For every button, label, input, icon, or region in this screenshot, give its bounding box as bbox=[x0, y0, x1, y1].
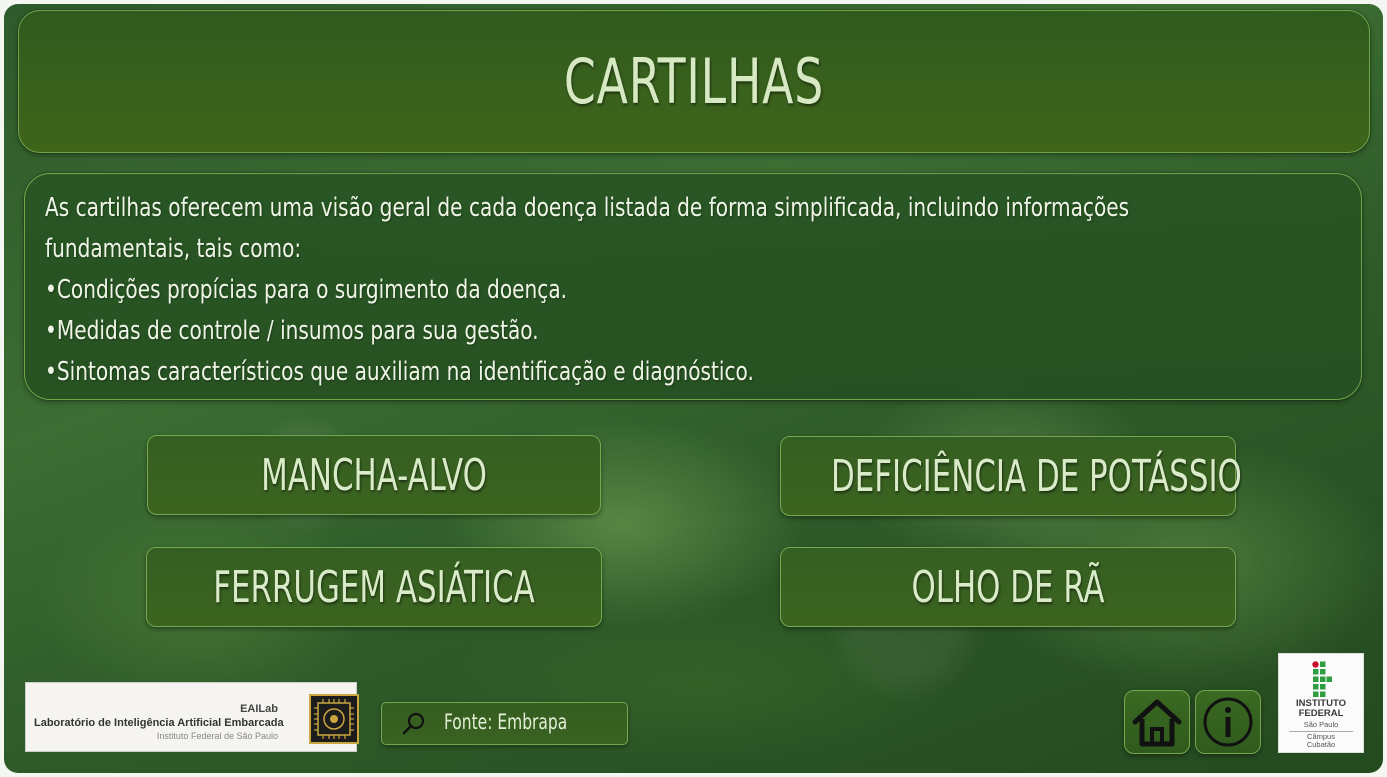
description-line: As cartilhas oferecem uma visão geral de… bbox=[45, 193, 1130, 223]
olho-de-ra-button[interactable]: OLHO DE RÃ bbox=[780, 547, 1236, 627]
button-label: FERRUGEM ASIÁTICA bbox=[213, 562, 535, 613]
source-label: Fonte: Embrapa bbox=[444, 710, 568, 734]
button-label: MANCHA-ALVO bbox=[261, 450, 487, 501]
home-icon bbox=[1132, 699, 1182, 747]
source-badge: Fonte: Embrapa bbox=[381, 702, 628, 745]
button-label: OLHO DE RÃ bbox=[911, 562, 1105, 613]
if-logo-mark bbox=[1312, 661, 1332, 697]
mancha-alvo-button[interactable]: MANCHA-ALVO bbox=[147, 435, 601, 515]
description-panel: As cartilhas oferecem uma visão geral de… bbox=[24, 173, 1362, 400]
lab-full-name: Laboratório de Inteligência Artificial E… bbox=[34, 717, 284, 729]
description-bullet: •Sintomas característicos que auxiliam n… bbox=[45, 357, 754, 387]
if-line-federal: FEDERAL bbox=[1298, 708, 1344, 719]
app-background: CARTILHAS As cartilhas oferecem uma visã… bbox=[4, 4, 1383, 773]
eailab-logo: EAILab Laboratório de Inteligência Artif… bbox=[25, 682, 359, 752]
info-button[interactable] bbox=[1195, 690, 1261, 754]
ferrugem-asiatica-button[interactable]: FERRUGEM ASIÁTICA bbox=[146, 547, 602, 627]
info-icon bbox=[1203, 697, 1253, 747]
title-banner: CARTILHAS bbox=[18, 10, 1370, 153]
if-logo-title: INSTITUTO FEDERAL bbox=[1279, 699, 1363, 719]
lab-short-name: EAILab bbox=[240, 703, 278, 715]
deficiencia-potassio-button[interactable]: DEFICIÊNCIA DE POTÁSSIO bbox=[780, 436, 1242, 516]
if-state: São Paulo bbox=[1303, 720, 1339, 729]
chip-icon bbox=[309, 694, 359, 744]
description-line: fundamentais, tais como: bbox=[45, 234, 302, 264]
if-sao-paulo-logo: INSTITUTO FEDERAL São Paulo Câmpus Cubat… bbox=[1278, 653, 1364, 753]
if-campus: Câmpus Cubatão bbox=[1279, 733, 1363, 749]
home-button[interactable] bbox=[1124, 690, 1190, 754]
page-title: CARTILHAS bbox=[563, 45, 825, 118]
description-bullet: •Medidas de controle / insumos para sua … bbox=[45, 316, 539, 346]
description-bullet: •Condições propícias para o surgimento d… bbox=[45, 275, 568, 305]
lab-institution: Instituto Federal de São Paulo bbox=[156, 731, 278, 741]
search-icon bbox=[402, 712, 425, 735]
description-text: As cartilhas oferecem uma visão geral de… bbox=[45, 188, 1180, 393]
button-label: DEFICIÊNCIA DE POTÁSSIO bbox=[830, 451, 1242, 502]
if-line-cubatao: Cubatão bbox=[1306, 740, 1336, 749]
